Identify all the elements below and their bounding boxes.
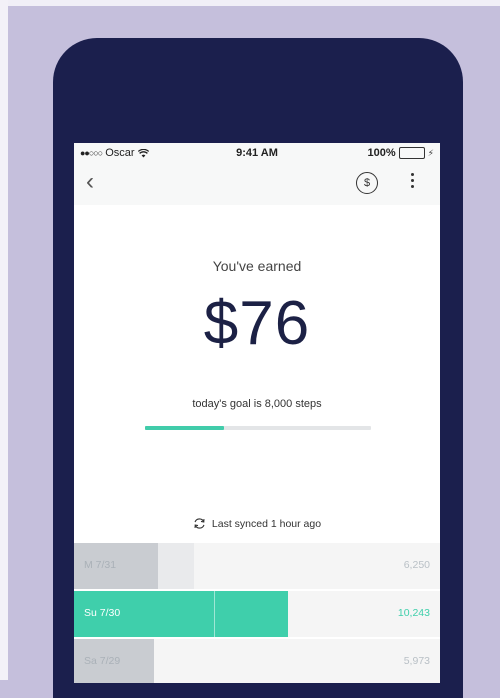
- day-steps-bar-ext: [158, 543, 194, 589]
- day-row[interactable]: M 7/31 6,250: [74, 543, 440, 589]
- daily-steps-list: M 7/31 6,250 Su 7/30 10,243 Sa 7/29 5,97…: [74, 543, 440, 683]
- more-options-icon[interactable]: [408, 170, 416, 196]
- day-steps: 6,250: [403, 559, 430, 571]
- earned-amount: $76: [203, 289, 311, 358]
- battery-percent: 100%: [367, 147, 396, 159]
- day-steps: 10,243: [397, 607, 430, 619]
- status-bar: ●●○○○ Oscar 9:41 AM 100% ⚡: [74, 143, 440, 163]
- day-row-selected[interactable]: Su 7/30 10,243: [74, 591, 440, 637]
- day-steps: 5,973: [403, 655, 430, 667]
- back-button[interactable]: ‹: [86, 170, 94, 194]
- goal-label: today's goal is 8,000 steps: [192, 398, 322, 410]
- charging-icon: ⚡: [427, 147, 434, 158]
- day-row[interactable]: Sa 7/29 5,973: [74, 639, 440, 683]
- day-label: Su 7/30: [84, 607, 121, 619]
- goal-marker: [214, 591, 215, 637]
- backdrop-top: [0, 0, 500, 6]
- day-label: M 7/31: [84, 559, 117, 571]
- nav-bar: ‹ $: [74, 163, 440, 205]
- backdrop-left: [0, 0, 8, 680]
- goal-progress-fill: [145, 426, 225, 430]
- battery-icon: [398, 147, 425, 159]
- status-right: 100% ⚡: [368, 147, 434, 159]
- earned-label: You've earned: [212, 258, 302, 274]
- dollar-coin-icon[interactable]: $: [356, 172, 378, 194]
- day-label: Sa 7/29: [84, 655, 121, 667]
- sync-status[interactable]: Last synced 1 hour ago: [74, 517, 440, 530]
- app-screen: ●●○○○ Oscar 9:41 AM 100% ⚡ ‹ $ You've ea…: [74, 143, 440, 683]
- sync-label: Last synced 1 hour ago: [211, 517, 322, 530]
- refresh-icon: [194, 518, 205, 529]
- goal-progress-bar: [145, 426, 371, 430]
